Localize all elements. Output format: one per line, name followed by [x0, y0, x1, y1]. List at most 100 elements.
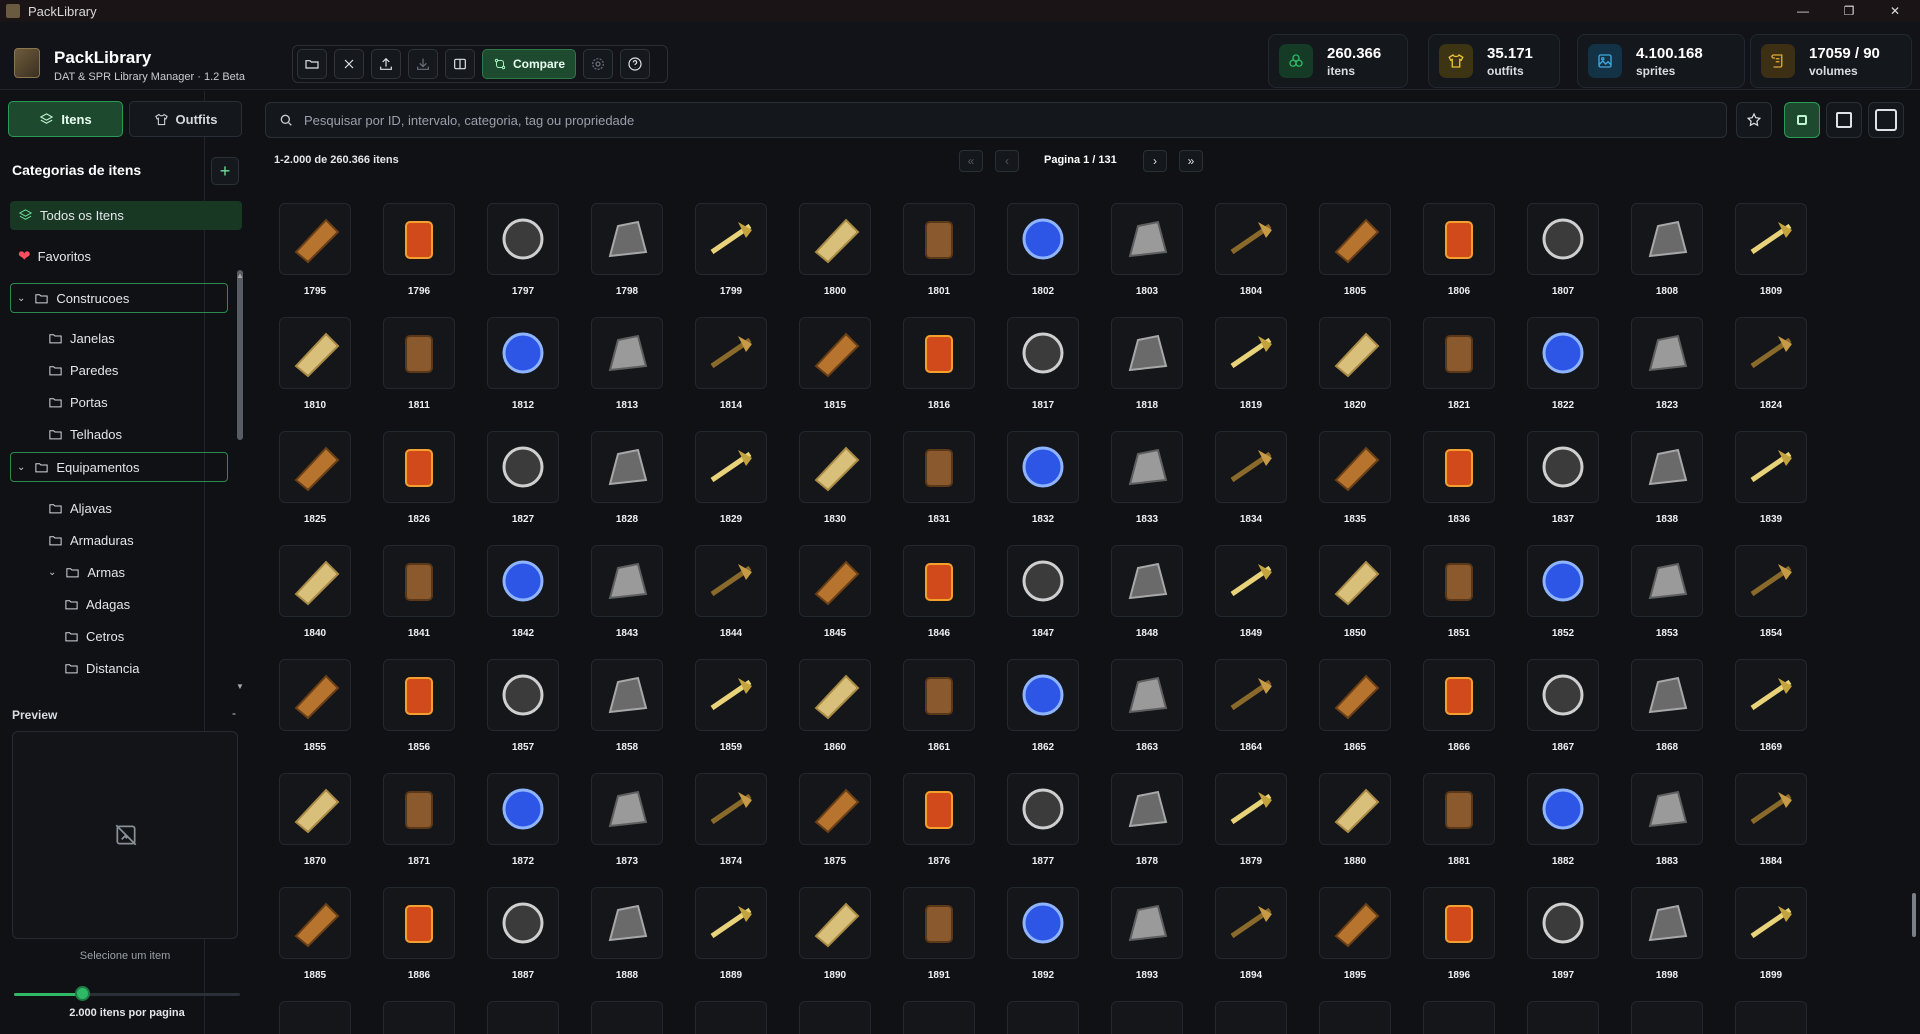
item-cell[interactable]: 1884 — [1730, 773, 1834, 887]
item-tile[interactable] — [1631, 887, 1703, 959]
item-cell[interactable]: 1801 — [898, 203, 1002, 317]
item-tile[interactable] — [1007, 545, 1079, 617]
item-cell[interactable]: 1825 — [274, 431, 378, 545]
item-tile[interactable] — [1423, 545, 1495, 617]
item-tile[interactable] — [1007, 431, 1079, 503]
item-tile[interactable] — [695, 773, 767, 845]
item-cell[interactable]: 1877 — [1002, 773, 1106, 887]
item-cell[interactable]: 1805 — [1314, 203, 1418, 317]
chevron-down-icon[interactable]: ⌄ — [48, 567, 56, 578]
item-cell[interactable]: 1875 — [794, 773, 898, 887]
item-cell[interactable]: 1853 — [1626, 545, 1730, 659]
item-tile[interactable] — [1423, 317, 1495, 389]
item-tile[interactable] — [903, 887, 975, 959]
item-tile[interactable] — [1631, 659, 1703, 731]
category-cetros[interactable]: Cetros — [64, 629, 124, 644]
category-telhados[interactable]: Telhados — [48, 427, 122, 442]
item-tile[interactable] — [1111, 773, 1183, 845]
item-tile[interactable] — [1735, 545, 1807, 617]
item-tile[interactable] — [591, 1001, 663, 1034]
item-cell[interactable]: 1879 — [1210, 773, 1314, 887]
item-cell[interactable]: 1820 — [1314, 317, 1418, 431]
item-cell[interactable]: 1843 — [586, 545, 690, 659]
item-cell[interactable]: 1813 — [586, 317, 690, 431]
item-tile[interactable] — [1319, 887, 1391, 959]
item-cell[interactable]: 1871 — [378, 773, 482, 887]
item-tile[interactable] — [1215, 431, 1287, 503]
item-tile[interactable] — [799, 431, 871, 503]
item-cell[interactable]: 1830 — [794, 431, 898, 545]
item-cell[interactable]: 1895 — [1314, 887, 1418, 1001]
item-cell[interactable]: 1799 — [690, 203, 794, 317]
category-paredes[interactable]: Paredes — [48, 363, 118, 378]
item-tile[interactable] — [1631, 317, 1703, 389]
item-cell[interactable]: 1896 — [1418, 887, 1522, 1001]
item-cell[interactable]: 1816 — [898, 317, 1002, 431]
item-tile[interactable] — [1527, 545, 1599, 617]
open-folder-button[interactable] — [297, 49, 327, 79]
item-tile[interactable] — [591, 203, 663, 275]
item-tile[interactable] — [591, 545, 663, 617]
item-cell[interactable]: 1812 — [482, 317, 586, 431]
item-cell[interactable]: 1874 — [690, 773, 794, 887]
item-tile[interactable] — [1319, 659, 1391, 731]
item-cell[interactable]: 1797 — [482, 203, 586, 317]
item-tile[interactable] — [1631, 203, 1703, 275]
compare-button[interactable]: Compare — [482, 49, 577, 79]
item-cell[interactable]: 1865 — [1314, 659, 1418, 773]
item-cell[interactable]: 1888 — [586, 887, 690, 1001]
item-cell[interactable]: 1894 — [1210, 887, 1314, 1001]
item-cell[interactable]: 1814 — [690, 317, 794, 431]
item-tile[interactable] — [279, 317, 351, 389]
item-cell[interactable]: 1826 — [378, 431, 482, 545]
item-cell[interactable]: 1868 — [1626, 659, 1730, 773]
item-tile[interactable] — [903, 203, 975, 275]
item-cell[interactable]: 1889 — [690, 887, 794, 1001]
item-tile[interactable] — [903, 659, 975, 731]
item-tile[interactable] — [1215, 317, 1287, 389]
item-cell[interactable]: 1848 — [1106, 545, 1210, 659]
item-tile[interactable] — [799, 203, 871, 275]
item-cell[interactable]: 1819 — [1210, 317, 1314, 431]
item-cell[interactable]: 1835 — [1314, 431, 1418, 545]
item-cell[interactable]: 1796 — [378, 203, 482, 317]
item-tile[interactable] — [487, 1001, 559, 1034]
item-tile[interactable] — [1423, 1001, 1495, 1034]
item-tile[interactable] — [903, 773, 975, 845]
item-cell[interactable]: 1891 — [898, 887, 1002, 1001]
item-cell[interactable]: 1809 — [1730, 203, 1834, 317]
item-tile[interactable] — [487, 431, 559, 503]
item-cell[interactable]: 1824 — [1730, 317, 1834, 431]
item-tile[interactable] — [799, 773, 871, 845]
item-cell[interactable]: 1817 — [1002, 317, 1106, 431]
first-page-button[interactable]: « — [959, 150, 983, 172]
item-tile[interactable] — [383, 317, 455, 389]
item-tile[interactable] — [1527, 431, 1599, 503]
item-cell[interactable]: 1821 — [1418, 317, 1522, 431]
close-file-button[interactable] — [334, 49, 364, 79]
item-tile[interactable] — [1111, 1001, 1183, 1034]
item-tile[interactable] — [1735, 659, 1807, 731]
category-equipamentos[interactable]: ⌄ Equipamentos — [10, 452, 228, 482]
item-cell[interactable]: 1886 — [378, 887, 482, 1001]
settings-button[interactable] — [583, 49, 614, 79]
item-cell[interactable]: 1818 — [1106, 317, 1210, 431]
item-tile[interactable] — [1735, 773, 1807, 845]
item-tile[interactable] — [903, 317, 975, 389]
item-tile[interactable] — [903, 1001, 975, 1034]
item-tile[interactable] — [1527, 1001, 1599, 1034]
item-tile[interactable] — [1527, 659, 1599, 731]
item-cell[interactable]: 1858 — [586, 659, 690, 773]
item-tile[interactable] — [1007, 203, 1079, 275]
item-tile[interactable] — [1319, 545, 1391, 617]
item-cell[interactable]: 1811 — [378, 317, 482, 431]
item-tile[interactable] — [1215, 545, 1287, 617]
item-tile[interactable] — [1527, 317, 1599, 389]
item-cell[interactable]: 1845 — [794, 545, 898, 659]
item-tile[interactable] — [279, 659, 351, 731]
item-cell[interactable]: 1831 — [898, 431, 1002, 545]
item-tile[interactable] — [1319, 1001, 1391, 1034]
item-tile[interactable] — [1007, 317, 1079, 389]
item-tile[interactable] — [1319, 203, 1391, 275]
view-large-button[interactable] — [1868, 102, 1904, 138]
